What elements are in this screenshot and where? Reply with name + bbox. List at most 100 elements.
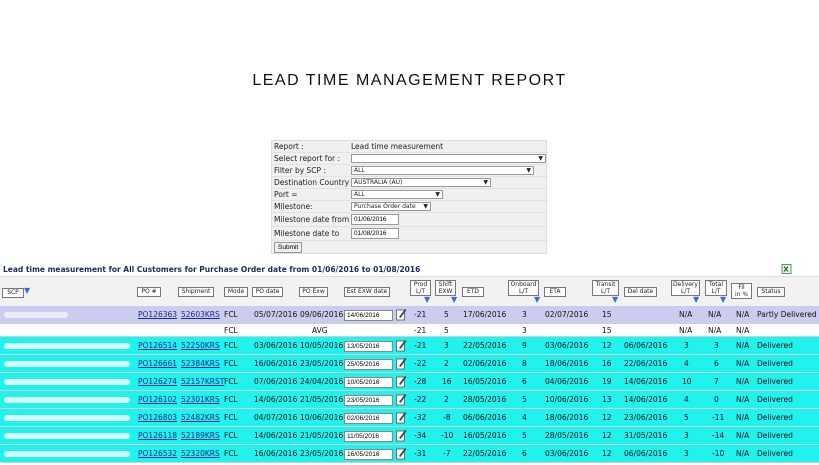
prod-lt-cell: -34 xyxy=(414,431,427,440)
column-header-po[interactable]: PO # xyxy=(137,287,161,297)
sort-arrow-icon[interactable]: ▼ xyxy=(612,296,618,304)
edit-pencil-icon[interactable] xyxy=(396,428,407,442)
transit-lt-cell: 12 xyxy=(602,431,612,440)
column-header-scp[interactable]: SCP xyxy=(2,288,24,298)
sort-arrow-icon[interactable]: ▼ xyxy=(424,296,430,304)
submit-button[interactable]: Submit xyxy=(274,242,303,253)
milestone-dropdown[interactable]: Purchase Order date ▼ xyxy=(351,202,431,211)
chevron-down-icon: ▼ xyxy=(483,179,488,186)
column-header-fill[interactable]: Fil in % xyxy=(731,283,752,299)
shipment-link[interactable]: 52482KRS xyxy=(181,409,220,427)
column-header-del-date[interactable]: Del date xyxy=(624,287,657,297)
delivery-lt-cell: 3 xyxy=(684,431,689,440)
column-header-mode[interactable]: Mode xyxy=(224,287,248,297)
po-link[interactable]: PO126532 xyxy=(138,445,177,463)
column-header-shift-exw[interactable]: Shift EXW xyxy=(435,280,456,296)
edit-pencil-icon[interactable] xyxy=(396,446,407,460)
status-cell: Delivered xyxy=(757,359,793,368)
chevron-down-icon: ▼ xyxy=(423,203,428,210)
status-cell: Delivered xyxy=(757,395,793,404)
shipment-link[interactable]: 52250KRS xyxy=(181,337,220,355)
edit-pencil-icon[interactable] xyxy=(396,374,407,388)
est-exw-input[interactable] xyxy=(344,310,393,321)
shipment-link[interactable]: 52301KRS xyxy=(181,391,220,409)
po-link[interactable]: PO126661 xyxy=(138,355,177,373)
est-exw-input[interactable] xyxy=(344,395,393,406)
po-date-cell: 05/07/2016 xyxy=(254,310,298,319)
mode-cell: FCL xyxy=(224,395,238,404)
etd-cell: 22/05/2016 xyxy=(463,341,507,350)
edit-pencil-icon[interactable] xyxy=(396,356,407,370)
sort-arrow-icon[interactable]: ▼ xyxy=(451,296,457,304)
filter-scp-dropdown[interactable]: ALL ▼ xyxy=(351,166,534,175)
prod-lt-cell: -22 xyxy=(414,359,427,368)
destination-country-value: AUSTRALIA (AU) xyxy=(354,179,403,186)
shipment-link[interactable]: 52157KRST xyxy=(181,373,224,391)
sort-arrow-icon[interactable]: ▼ xyxy=(24,287,30,295)
transit-lt-cell: 13 xyxy=(602,395,612,404)
fill-cell: N/A xyxy=(736,310,750,319)
column-header-onboard-lt[interactable]: Onboard L/T xyxy=(508,280,539,296)
shipment-link[interactable]: 52320KRS xyxy=(181,445,220,463)
sort-arrow-icon[interactable]: ▼ xyxy=(720,296,726,304)
po-link[interactable]: PO126514 xyxy=(138,337,177,355)
edit-pencil-icon[interactable] xyxy=(396,307,407,321)
column-header-etd[interactable]: ETD xyxy=(462,287,484,297)
column-header-delivery-lt[interactable]: Delivery L/T xyxy=(671,280,700,296)
fill-cell: N/A xyxy=(736,341,750,350)
total-lt-cell: -11 xyxy=(712,413,725,422)
po-link[interactable]: PO126274 xyxy=(138,373,177,391)
po-link[interactable]: PO126118 xyxy=(138,427,177,445)
est-exw-input[interactable] xyxy=(344,413,393,424)
po-link[interactable]: PO126803 xyxy=(138,409,177,427)
po-exw-cell: 23/05/2016 xyxy=(300,449,344,458)
po-link[interactable]: PO126102 xyxy=(138,391,177,409)
onboard-lt-cell: 3 xyxy=(522,326,527,335)
mode-cell: FCL xyxy=(224,413,238,422)
status-cell: Delivered xyxy=(757,413,793,422)
est-exw-input[interactable] xyxy=(344,359,393,370)
total-lt-cell: 6 xyxy=(714,359,719,368)
est-exw-input[interactable] xyxy=(344,449,393,460)
est-exw-input[interactable] xyxy=(344,431,393,442)
column-header-total-lt[interactable]: Total L/T xyxy=(705,280,727,296)
transit-lt-line1: Transit xyxy=(595,281,616,288)
edit-pencil-icon[interactable] xyxy=(396,338,407,352)
column-header-eta[interactable]: ETA xyxy=(544,287,566,297)
est-exw-input[interactable] xyxy=(344,377,393,388)
select-report-dropdown[interactable]: ▼ xyxy=(351,154,546,163)
fill-cell: N/A xyxy=(736,359,750,368)
total-lt-cell: 0 xyxy=(714,395,719,404)
est-exw-input[interactable] xyxy=(344,341,393,352)
edit-pencil-icon[interactable] xyxy=(396,392,407,406)
shipment-link[interactable]: 52189KRS xyxy=(181,427,220,445)
milestone-from-input[interactable] xyxy=(351,214,399,225)
column-header-po-exw[interactable]: PO Exw xyxy=(299,287,328,297)
milestone-to-input[interactable] xyxy=(351,228,399,239)
shift-exw-cell: 3 xyxy=(444,341,449,350)
onboard-lt-cell: 5 xyxy=(522,395,527,404)
port-dropdown[interactable]: ALL ▼ xyxy=(351,190,443,199)
po-date-cell: 16/06/2016 xyxy=(254,359,298,368)
column-header-transit-lt[interactable]: Transit L/T xyxy=(592,280,619,296)
po-date-cell: 03/06/2016 xyxy=(254,341,298,350)
shipment-link[interactable]: 52603KRS xyxy=(181,306,220,324)
column-header-status[interactable]: Status xyxy=(757,287,785,297)
shipment-link[interactable]: 52384KRS xyxy=(181,355,220,373)
del-date-cell: 14/06/2016 xyxy=(624,377,668,386)
column-header-prod-lt[interactable]: Prod L/T xyxy=(410,280,431,296)
edit-pencil-icon[interactable] xyxy=(396,410,407,424)
po-link[interactable]: PO126363 xyxy=(138,306,177,324)
prod-lt-line1: Prod xyxy=(413,281,428,288)
excel-export-icon[interactable] xyxy=(781,264,792,274)
destination-country-dropdown[interactable]: AUSTRALIA (AU) ▼ xyxy=(351,178,491,187)
total-lt-cell: -10 xyxy=(712,449,725,458)
del-date-cell: 23/06/2016 xyxy=(624,413,668,422)
column-header-est-exw[interactable]: Est EXW date xyxy=(344,287,390,297)
sort-arrow-icon[interactable]: ▼ xyxy=(693,296,699,304)
sort-arrow-icon[interactable]: ▼ xyxy=(534,296,540,304)
eta-cell: 02/07/2016 xyxy=(545,310,589,319)
shift-exw-cell: 2 xyxy=(444,359,449,368)
column-header-po-date[interactable]: PO date xyxy=(252,287,283,297)
column-header-shipment[interactable]: Shipment xyxy=(178,287,214,297)
